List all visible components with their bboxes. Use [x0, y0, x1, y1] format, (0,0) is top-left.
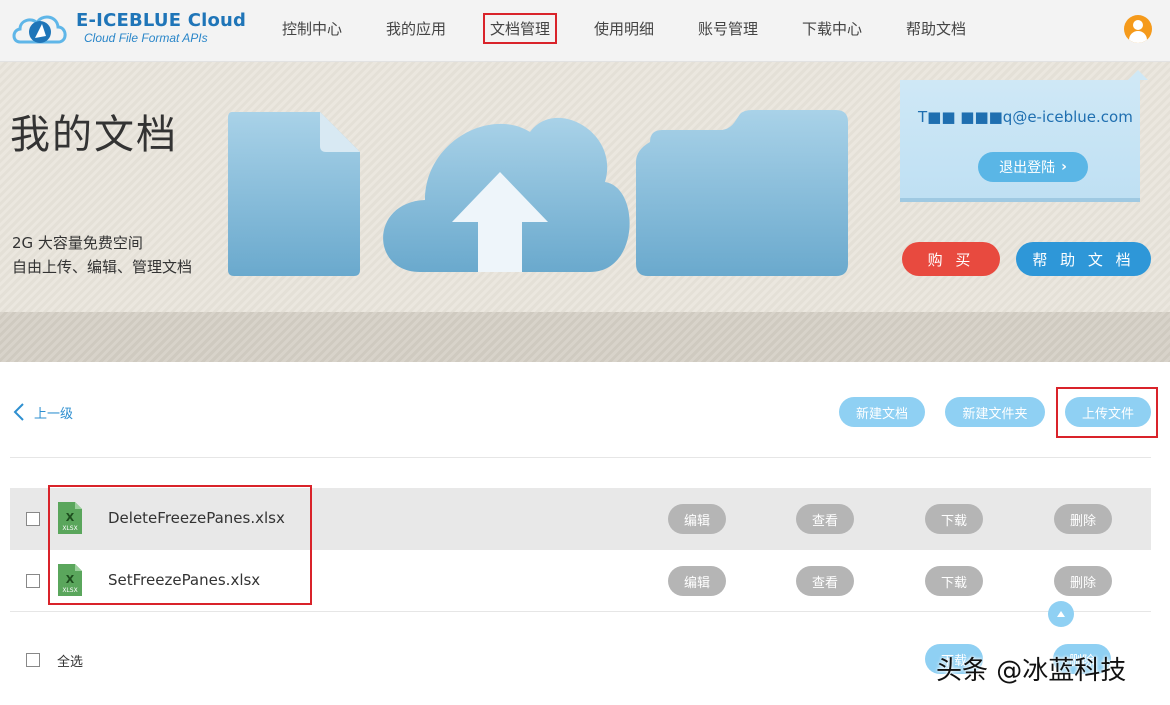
hero-banner: 我的文档 2G 大容量免费空间 自由上传、编辑、管理文档 T■■ ■■■q@e-…: [0, 62, 1170, 362]
avatar-body: [1129, 31, 1147, 43]
account-card-notch: [1128, 70, 1148, 80]
folder-icon: [636, 110, 848, 276]
edit-button[interactable]: 编辑: [668, 566, 726, 596]
help-docs-button[interactable]: 帮 助 文 档: [1016, 242, 1151, 276]
nav-item-my-apps[interactable]: 我的应用: [364, 0, 468, 56]
edit-button[interactable]: 编辑: [668, 504, 726, 534]
avatar-head: [1133, 20, 1143, 30]
caret-up-icon: [1057, 611, 1065, 617]
file-list-highlight: [48, 485, 312, 605]
source-watermark: 头条 @冰蓝科技: [936, 656, 1127, 686]
row-checkbox[interactable]: [26, 574, 40, 588]
upload-button-highlight: [1056, 387, 1158, 438]
document-icon: [228, 112, 360, 276]
brand-title: E-ICEBLUE Cloud: [76, 10, 247, 31]
banner-bottom-strip: [0, 312, 1170, 362]
nav-item-document-management[interactable]: 文档管理: [468, 0, 572, 56]
banner-tagline-storage: 2G 大容量免费空间: [12, 234, 143, 252]
page-title: 我的文档: [10, 112, 178, 158]
account-email: T■■ ■■■q@e-iceblue.com: [918, 108, 1133, 126]
nav-item-usage-details[interactable]: 使用明细: [572, 0, 676, 56]
main-nav: 控制中心 我的应用 文档管理 使用明细 账号管理 下载中心 帮助文档: [260, 0, 988, 56]
top-navigation-bar: E-ICEBLUE Cloud Cloud File Format APIs 控…: [0, 0, 1170, 62]
brand-logo[interactable]: E-ICEBLUE Cloud Cloud File Format APIs: [10, 6, 246, 54]
nav-label: 我的应用: [385, 19, 446, 38]
select-all-checkbox[interactable]: [26, 653, 40, 667]
cloud-upload-icon: [383, 117, 630, 272]
new-document-button[interactable]: 新建文档: [839, 397, 925, 427]
chevron-left-icon: [13, 403, 24, 421]
buy-button[interactable]: 购 买: [902, 242, 1000, 276]
select-all-label[interactable]: 全选: [57, 651, 83, 670]
banner-tagline-features: 自由上传、编辑、管理文档: [12, 258, 193, 276]
back-label: 上一级: [34, 406, 74, 422]
download-button[interactable]: 下载: [925, 504, 983, 534]
nav-label: 控制中心: [281, 19, 342, 38]
view-button[interactable]: 查看: [796, 504, 854, 534]
back-to-parent-link[interactable]: 上一级: [10, 400, 73, 424]
nav-item-account-management[interactable]: 账号管理: [676, 0, 780, 56]
nav-item-download-center[interactable]: 下载中心: [780, 0, 884, 56]
nav-label: 下载中心: [801, 19, 862, 38]
nav-label: 使用明细: [593, 19, 654, 38]
account-card: T■■ ■■■q@e-iceblue.com 退出登陆 ›: [900, 70, 1148, 202]
banner-illustration: [228, 110, 848, 276]
download-button[interactable]: 下载: [925, 566, 983, 596]
brand-subtitle: Cloud File Format APIs: [84, 31, 208, 45]
logout-label: 退出登陆: [999, 160, 1056, 176]
toolbar-divider: [10, 457, 1151, 458]
logout-button[interactable]: 退出登陆 ›: [978, 152, 1088, 182]
new-folder-button[interactable]: 新建文件夹: [945, 397, 1045, 427]
delete-button[interactable]: 删除: [1054, 504, 1112, 534]
nav-label: 文档管理: [482, 12, 557, 44]
nav-label: 帮助文档: [905, 19, 966, 38]
iceblue-logo-icon: [12, 15, 67, 44]
delete-button[interactable]: 删除: [1054, 566, 1112, 596]
user-avatar-icon[interactable]: [1124, 15, 1152, 43]
view-button[interactable]: 查看: [796, 566, 854, 596]
chevron-right-icon: ›: [1061, 159, 1067, 175]
nav-label: 账号管理: [697, 19, 758, 38]
nav-item-control-center[interactable]: 控制中心: [260, 0, 364, 56]
nav-item-help-docs[interactable]: 帮助文档: [884, 0, 988, 56]
scroll-to-top-button[interactable]: [1048, 601, 1074, 627]
row-checkbox[interactable]: [26, 512, 40, 526]
